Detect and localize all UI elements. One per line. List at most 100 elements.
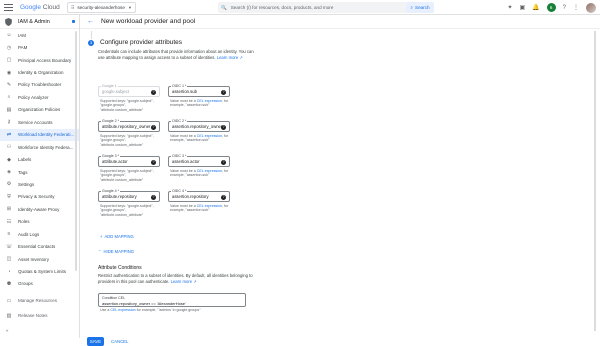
project-icon: ⠿ [71, 4, 75, 10]
condition-cel-value[interactable]: assertion.repository_owner == 'Alexander… [102, 301, 242, 306]
sidebar-item-service-accounts[interactable]: ⚷ Service Accounts [0, 116, 79, 128]
google-cloud-logo[interactable]: Google Cloud [20, 4, 60, 11]
arrow-back-icon[interactable]: ← [87, 18, 94, 25]
lock-clock-icon: ◷ [6, 44, 12, 51]
oidc-attribute-hint: Value must be a CEL expression, for exam… [170, 204, 240, 213]
notifications-icon[interactable]: 🔔 [532, 4, 539, 11]
notification-badge[interactable]: 6 [546, 3, 556, 12]
open-in-new-icon: ↗ [193, 278, 197, 284]
help-icon[interactable]: ? [151, 124, 156, 130]
oidc-attribute-value[interactable]: assertion.repository [172, 194, 222, 199]
logo-google-text: Google [20, 3, 41, 11]
pin-icon[interactable] [72, 20, 75, 23]
boundary-icon: ▢ [6, 57, 12, 64]
google-attribute-value: attribute.actor [102, 159, 128, 164]
help-icon[interactable]: ? [221, 89, 226, 95]
sidebar-item-release-notes[interactable]: ▥ Release Notes [0, 308, 80, 323]
google-attribute-field[interactable]: Google 2 * attribute.repository_owner? [98, 119, 160, 132]
google-attribute-label: Google 4 * [101, 189, 120, 193]
sidebar-item-asset-inventory[interactable]: ◫ Asset Inventory [0, 253, 79, 265]
google-attribute-label: Google 3 * [101, 154, 120, 158]
google-attribute-field[interactable]: Google 3 * attribute.actor? [98, 154, 160, 167]
tag-icon: ◈ [7, 169, 11, 176]
person-circle-icon: ◉ [6, 69, 12, 76]
sidebar-item-workload-identity-federati[interactable]: ⇄ Workload Identity Federati... [0, 128, 79, 141]
oidc-attribute-field[interactable]: OIDC 3 * assertion.actor? [168, 154, 230, 167]
sidebar-item-policy-analyzer[interactable]: ⌕ Policy Analyzer [0, 91, 79, 103]
project-picker[interactable]: ⠿ security-alexanderhose ▼ [67, 2, 136, 13]
oidc-attribute-label: OIDC 3 * [171, 154, 188, 158]
conditions-learn-more-link[interactable]: Learn more [171, 279, 192, 284]
gear-icon: ⚙ [6, 181, 12, 188]
search-input[interactable]: 🔍 Search (/) for resources, docs, produc… [218, 2, 434, 13]
chevron-up-icon: ⌃ [98, 249, 102, 254]
sidebar-item-label: Essential Contacts [18, 244, 56, 250]
help-icon[interactable]: ? [151, 159, 156, 165]
sidebar-scrollbar[interactable] [75, 31, 77, 271]
hide-mapping-button[interactable]: ⌃ HIDE MAPPING [98, 249, 134, 254]
step-header: 3 Configure provider attributes [88, 39, 182, 46]
sidebar-item-principal-access-boundary[interactable]: ▢ Principal Access Boundary [0, 54, 79, 66]
sidebar-bottom: ▭ Manage Resources ▥ Release Notes « [0, 293, 80, 338]
oidc-attribute-field[interactable]: OIDC 2 * assertion.repository_owner? [168, 119, 230, 132]
help-icon[interactable]: ? [221, 194, 226, 200]
sidebar-item-policy-troubleshooter[interactable]: ✎ Policy Troubleshooter [0, 79, 79, 91]
sidebar-item-label: Organization Policies [18, 107, 61, 113]
sidebar-item-label: PAM [18, 45, 28, 51]
condition-hint-pre: Use a [100, 308, 110, 312]
sidebar-item-label: Policy Analyzer [18, 94, 49, 100]
inventory-icon: ◫ [6, 256, 12, 263]
cloud-shell-icon[interactable]: ▣ [520, 4, 526, 11]
search-icon: 🔍 [221, 4, 227, 10]
help-icon[interactable]: ? [221, 159, 226, 165]
help-icon[interactable]: ? [151, 194, 156, 200]
google-attribute-field[interactable]: Google 4 * attribute.repository? [98, 189, 160, 202]
oidc-attribute-field[interactable]: OIDC 1 * assertion.sub? [168, 84, 230, 97]
cancel-button[interactable]: CANCEL [111, 337, 128, 346]
oidc-attribute-value[interactable]: assertion.actor [172, 159, 222, 164]
sidebar-item-groups[interactable]: ⚉ Groups [0, 278, 79, 290]
save-button[interactable]: SAVE [87, 337, 104, 346]
avatar[interactable] [586, 2, 596, 13]
help-icon[interactable]: ? [563, 5, 566, 11]
oidc-attribute-value[interactable]: assertion.repository_owner [172, 124, 222, 129]
google-attribute-value: google.subject [102, 89, 130, 94]
sidebar-item-labels[interactable]: ◆ Labels [0, 153, 79, 165]
sidebar-item-quotas-system-limits[interactable]: ◔ Quotas & System Limits [0, 265, 79, 277]
cel-expression-link[interactable]: CEL expression [110, 308, 135, 312]
shield-icon [5, 17, 12, 26]
sidebar-item-label: Labels [18, 157, 32, 163]
add-mapping-button[interactable]: + ADD MAPPING [100, 234, 134, 239]
sidebar-item-tags[interactable]: ◈ Tags [0, 166, 79, 178]
sidebar-item-pam[interactable]: ◷ PAM [0, 41, 79, 53]
search-button[interactable]: ⌕ Search [406, 2, 434, 13]
sidebar-item-manage-resources[interactable]: ▭ Manage Resources [0, 293, 80, 308]
sidebar-item-privacy-security[interactable]: ⛨ Privacy & Security [0, 191, 79, 203]
main-scrollbar[interactable] [594, 31, 596, 331]
step-title: Configure provider attributes [100, 39, 183, 46]
oidc-attribute-field[interactable]: OIDC 4 * assertion.repository? [168, 189, 230, 202]
sidebar-item-iam[interactable]: ☺ IAM [0, 29, 79, 41]
learn-more-link[interactable]: Learn more [217, 55, 238, 60]
notes-icon: ▥ [6, 312, 12, 319]
hamburger-menu-icon[interactable] [4, 3, 13, 11]
sidebar-item-settings[interactable]: ⚙ Settings [0, 178, 79, 190]
oidc-attribute-value[interactable]: assertion.sub [172, 89, 222, 94]
sidebar-item-workforce-identity-federa[interactable]: ⚇ Workforce Identity Federa... [0, 141, 79, 153]
sidebar-item-identity-organization[interactable]: ◉ Identity & Organization [0, 66, 79, 78]
more-vert-icon[interactable]: ⋮ [573, 4, 579, 11]
sidebar-item-identity-aware-proxy[interactable]: ⊞ Identity-Aware Proxy [0, 203, 79, 215]
sidebar-item-audit-logs[interactable]: ≡ Audit Logs [0, 228, 79, 240]
collapse-sidebar-icon[interactable]: « [0, 323, 80, 338]
sidebar-item-organization-policies[interactable]: ▤ Organization Policies [0, 104, 79, 116]
sidebar-item-essential-contacts[interactable]: ☏ Essential Contacts [0, 240, 79, 252]
help-icon[interactable]: ? [151, 89, 156, 95]
doc-icon: ▤ [6, 106, 12, 113]
google-attribute-hint: Supported keys: "google.subject", "googl… [100, 134, 154, 147]
search-placeholder: Search (/) for resources, docs, products… [230, 5, 334, 10]
sidebar-item-roles[interactable]: ☷ Roles [0, 216, 79, 228]
help-icon[interactable]: ? [221, 124, 226, 130]
oidc-attribute-label: OIDC 2 * [171, 119, 188, 123]
condition-cel-field[interactable]: Condition CEL assertion.repository_owner… [98, 293, 246, 307]
gemini-icon[interactable]: ✦ [507, 4, 512, 11]
